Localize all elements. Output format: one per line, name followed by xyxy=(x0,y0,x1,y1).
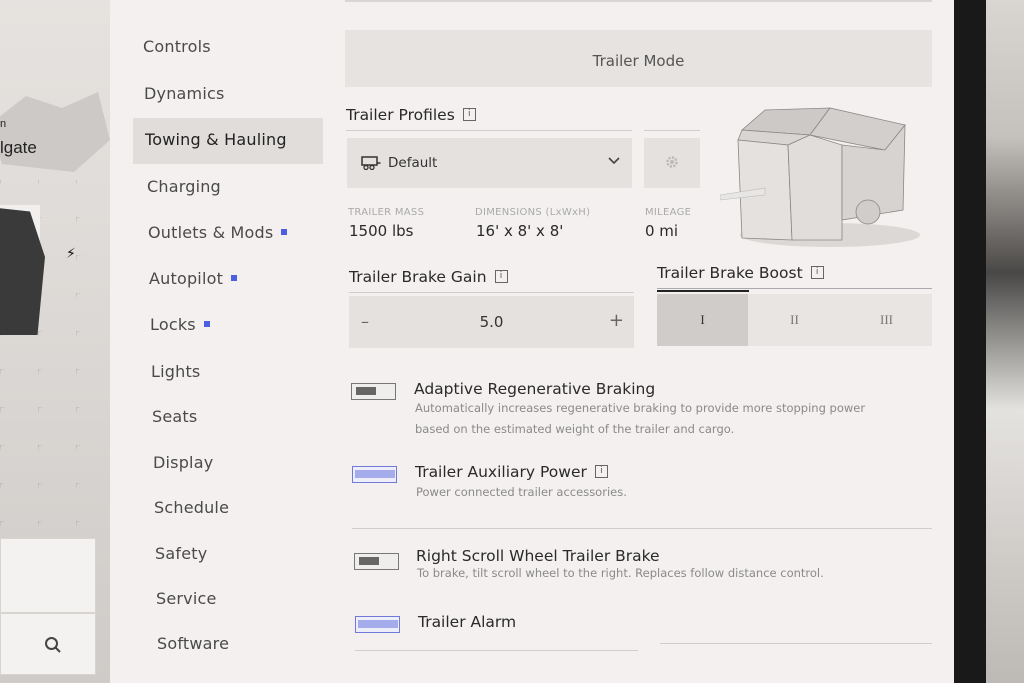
nav-item-safety[interactable]: Safety xyxy=(155,544,207,563)
nav-item-charging[interactable]: Charging xyxy=(147,177,221,196)
aux-power-toggle[interactable] xyxy=(352,466,397,483)
selected-tab-underline xyxy=(657,290,749,292)
divider xyxy=(355,650,638,651)
scroll-wheel-brake-desc: To brake, tilt scroll wheel to the right… xyxy=(417,566,824,580)
divider xyxy=(660,643,932,644)
nav-item-dynamics[interactable]: Dynamics xyxy=(144,84,225,103)
profile-settings-button[interactable] xyxy=(644,138,700,188)
trailer-3d-render xyxy=(720,107,920,247)
nav-item-label: Service xyxy=(156,589,217,608)
toggle-knob xyxy=(355,470,395,478)
brake-boost-title: Trailer Brake Boost i xyxy=(657,264,824,282)
nav-item-label: Towing & Hauling xyxy=(145,130,287,149)
brake-gain-stepper[interactable]: – 5.0 + xyxy=(349,296,634,348)
nav-item-label: Safety xyxy=(155,544,208,563)
nav-item-label: Software xyxy=(157,634,230,653)
stat-value: 0 mi xyxy=(645,222,679,240)
brake-gain-label: Trailer Brake Gain xyxy=(349,268,487,286)
nav-item-label: Locks xyxy=(150,315,196,334)
top-divider xyxy=(345,0,932,2)
divider xyxy=(349,292,634,293)
brake-boost-label: Trailer Brake Boost xyxy=(657,264,803,282)
nav-item-label: Autopilot xyxy=(149,269,224,288)
info-icon[interactable]: i xyxy=(810,266,824,279)
background-outside xyxy=(986,0,1024,683)
toggle-knob xyxy=(359,557,379,565)
stat-value: 1500 lbs xyxy=(349,222,414,240)
divider xyxy=(346,130,632,131)
new-indicator-dot xyxy=(281,228,288,235)
stat-label: TRAILER MASS xyxy=(348,207,425,218)
stat-label: MILEAGE xyxy=(645,207,692,218)
info-icon[interactable]: i xyxy=(594,465,608,478)
nav-item-schedule[interactable]: Schedule xyxy=(154,498,229,517)
viewport-partial-label: n xyxy=(0,118,7,130)
trailer-icon xyxy=(361,156,381,170)
nav-item-label: Schedule xyxy=(154,498,230,517)
nav-item-label: Dynamics xyxy=(144,84,225,103)
nav-item-display[interactable]: Display xyxy=(153,453,213,472)
trailer-mode-button[interactable]: Trailer Mode xyxy=(345,30,932,87)
divider xyxy=(352,528,932,529)
aux-power-desc: Power connected trailer accessories. xyxy=(416,485,627,499)
nav-item-towing-hauling[interactable]: Towing & Hauling xyxy=(133,118,323,164)
boost-option-1[interactable]: I xyxy=(657,294,748,346)
nav-item-locks[interactable]: Locks xyxy=(150,315,210,334)
adaptive-regen-toggle[interactable] xyxy=(351,383,396,400)
brake-gain-value: 5.0 xyxy=(479,313,504,331)
adaptive-regen-title: Adaptive Regenerative Braking xyxy=(414,380,656,398)
nav-item-label: Lights xyxy=(151,362,201,381)
search-icon[interactable] xyxy=(44,636,62,654)
nav-item-label: Seats xyxy=(152,407,198,426)
info-icon[interactable]: i xyxy=(494,270,508,283)
adaptive-regen-desc-1: Automatically increases regenerative bra… xyxy=(415,401,866,415)
nav-item-lights[interactable]: Lights xyxy=(151,362,200,381)
viewport-card[interactable] xyxy=(0,538,96,613)
nav-item-label: Charging xyxy=(147,177,221,196)
nav-item-label: Display xyxy=(153,453,214,472)
trailer-profile-dropdown[interactable]: Default xyxy=(347,138,632,188)
nav-item-software[interactable]: Software xyxy=(157,634,229,653)
boost-option-3[interactable]: III xyxy=(841,294,932,346)
screen-bezel xyxy=(954,0,986,683)
toggle-knob xyxy=(356,387,376,395)
stat-label: DIMENSIONS (LxWxH) xyxy=(475,207,591,218)
brake-boost-selector[interactable]: I II III xyxy=(657,294,932,346)
tailgate-label-partial[interactable]: lgate xyxy=(0,138,37,158)
scroll-wheel-brake-toggle[interactable] xyxy=(354,553,399,570)
increase-button[interactable]: + xyxy=(609,310,624,331)
adaptive-regen-desc-2: based on the estimated weight of the tra… xyxy=(415,422,735,436)
nav-item-controls[interactable]: Controls xyxy=(143,37,211,56)
info-icon[interactable]: i xyxy=(462,108,476,121)
terrain-rock xyxy=(0,92,110,172)
nav-item-service[interactable]: Service xyxy=(156,589,217,608)
chevron-down-icon xyxy=(608,157,620,165)
brake-gain-title: Trailer Brake Gain i xyxy=(349,268,508,286)
stat-value: 16' x 8' x 8' xyxy=(476,222,564,240)
vehicle-3d-viewport[interactable]: n lgate ⚡︎ xyxy=(0,0,122,683)
nav-item-seats[interactable]: Seats xyxy=(152,407,197,426)
boost-option-2[interactable]: II xyxy=(749,294,840,346)
trailer-profiles-label: Trailer Profiles xyxy=(346,106,455,124)
divider xyxy=(657,288,932,289)
trailer-alarm-toggle[interactable] xyxy=(355,616,400,633)
nav-item-label: Controls xyxy=(143,37,211,56)
trailer-profile-value: Default xyxy=(388,155,438,171)
aux-power-title-row: Trailer Auxiliary Power i xyxy=(415,463,608,481)
trailer-alarm-title: Trailer Alarm xyxy=(418,613,517,631)
nav-item-autopilot[interactable]: Autopilot xyxy=(149,269,238,288)
gear-icon xyxy=(666,156,678,168)
new-indicator-dot xyxy=(231,274,238,281)
charging-bolt-icon: ⚡︎ xyxy=(66,246,76,262)
new-indicator-dot xyxy=(203,320,210,327)
toggle-knob xyxy=(358,620,398,628)
nav-item-label: Outlets & Mods xyxy=(148,223,274,242)
aux-power-title: Trailer Auxiliary Power xyxy=(415,463,587,481)
trailer-profiles-title: Trailer Profiles i xyxy=(346,106,476,124)
nav-item-outlets-mods[interactable]: Outlets & Mods xyxy=(148,223,288,242)
divider xyxy=(644,130,700,131)
